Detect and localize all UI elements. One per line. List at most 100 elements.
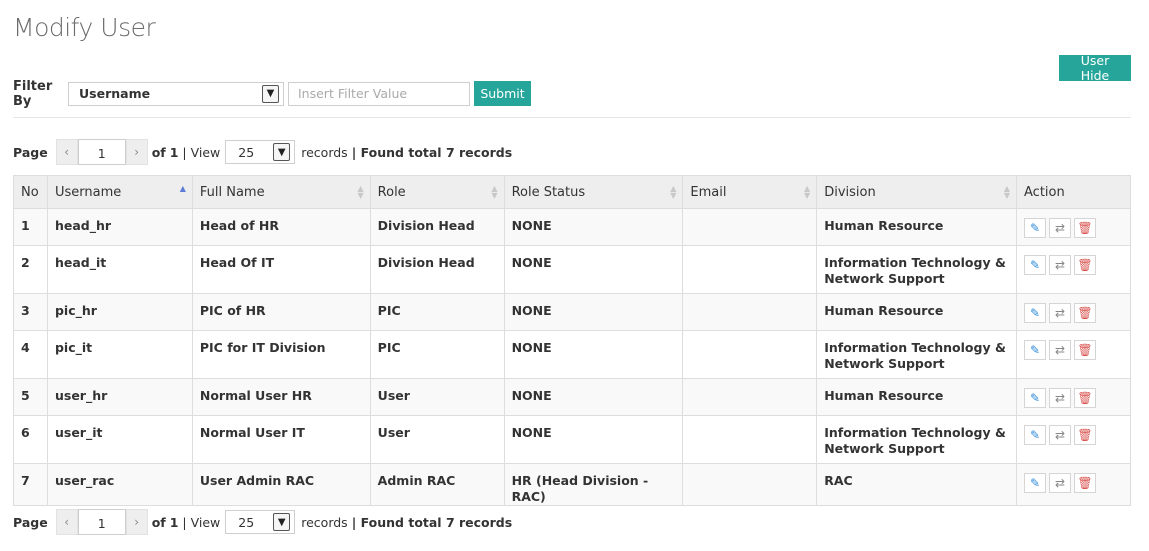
cell-role-status: NONE bbox=[503, 415, 684, 464]
view-count-value: 25 bbox=[238, 144, 255, 160]
sort-icon: ▲ ▼ bbox=[804, 184, 811, 200]
page-label: Page bbox=[13, 514, 48, 530]
next-page-button[interactable]: › bbox=[125, 139, 148, 165]
filter-selected-value: Username bbox=[79, 86, 151, 101]
cell-role-status: NONE bbox=[503, 293, 684, 331]
column-header-email[interactable]: Email ▲ ▼ bbox=[682, 175, 818, 209]
page-number-input[interactable] bbox=[77, 509, 126, 535]
chevron-down-icon: ▼ bbox=[273, 513, 291, 531]
trash-icon[interactable]: 🗑 bbox=[1074, 388, 1097, 408]
edit-icon[interactable]: ✎ bbox=[1024, 425, 1047, 445]
prev-page-button[interactable]: ‹ bbox=[55, 509, 78, 535]
cell-role-status: NONE bbox=[503, 378, 684, 416]
table-row: 2 head_it Head Of IT Division Head NONE … bbox=[13, 245, 1131, 294]
sort-icon: ▲ ▼ bbox=[670, 184, 677, 200]
found-total: | Found total 7 records bbox=[351, 144, 513, 160]
records-label: records bbox=[301, 144, 348, 160]
swap-icon[interactable]: ⇄ bbox=[1049, 218, 1072, 238]
cell-full-name: PIC for IT Division bbox=[191, 330, 371, 379]
swap-icon[interactable]: ⇄ bbox=[1049, 425, 1072, 445]
cell-email bbox=[682, 378, 818, 416]
cell-role: PIC bbox=[369, 293, 505, 331]
cell-email bbox=[682, 293, 818, 331]
users-table: No Username ▲ Full Name ▲ ▼ Role ▲ ▼ Role Sta… bbox=[13, 175, 1131, 506]
cell-actions: ✎ ⇄ 🗑 bbox=[1016, 330, 1131, 379]
column-header-no: No bbox=[13, 175, 48, 209]
table-row: 5 user_hr Normal User HR User NONE Human… bbox=[13, 378, 1131, 416]
cell-email bbox=[682, 330, 818, 379]
view-count-value: 25 bbox=[238, 514, 255, 530]
swap-icon[interactable]: ⇄ bbox=[1049, 388, 1072, 408]
cell-email bbox=[682, 463, 818, 506]
edit-icon[interactable]: ✎ bbox=[1024, 388, 1047, 408]
edit-icon[interactable]: ✎ bbox=[1024, 303, 1047, 323]
view-count-select[interactable]: 25 ▼ bbox=[225, 510, 296, 534]
trash-icon[interactable]: 🗑 bbox=[1074, 425, 1097, 445]
swap-icon[interactable]: ⇄ bbox=[1049, 473, 1072, 493]
column-header-role-status[interactable]: Role Status ▲ ▼ bbox=[503, 175, 684, 209]
swap-icon[interactable]: ⇄ bbox=[1049, 340, 1072, 360]
trash-icon[interactable]: 🗑 bbox=[1074, 218, 1097, 238]
cell-actions: ✎ ⇄ 🗑 bbox=[1016, 415, 1131, 464]
cell-no: 1 bbox=[13, 208, 48, 246]
cell-division: Human Resource bbox=[816, 208, 1018, 246]
next-page-button[interactable]: › bbox=[125, 509, 148, 535]
page-number-input[interactable] bbox=[77, 139, 126, 165]
sort-icon: ▲ ▼ bbox=[1003, 184, 1011, 200]
cell-username: user_hr bbox=[46, 378, 193, 416]
table-header-row: No Username ▲ Full Name ▲ ▼ Role ▲ ▼ Role Sta… bbox=[13, 175, 1131, 209]
edit-icon[interactable]: ✎ bbox=[1024, 255, 1047, 275]
cell-role: PIC bbox=[369, 330, 505, 379]
divider bbox=[13, 117, 1131, 118]
cell-role-status: HR (Head Division - RAC) bbox=[503, 463, 684, 506]
of-label: of bbox=[151, 144, 166, 160]
cell-email bbox=[682, 415, 818, 464]
cell-no: 4 bbox=[13, 330, 48, 379]
submit-button[interactable]: Submit bbox=[474, 81, 531, 106]
cell-username: head_hr bbox=[46, 208, 193, 246]
pager-bottom: Page ‹ › of 1 | View 25 ▼ records | Foun… bbox=[13, 509, 512, 535]
cell-role-status: NONE bbox=[503, 245, 684, 294]
cell-role: User bbox=[369, 415, 505, 464]
cell-no: 3 bbox=[13, 293, 48, 331]
cell-actions: ✎ ⇄ 🗑 bbox=[1016, 463, 1131, 506]
filter-field-select[interactable]: Username ▼ bbox=[68, 81, 284, 106]
trash-icon[interactable]: 🗑 bbox=[1074, 473, 1097, 493]
chevron-down-icon: ▼ bbox=[262, 84, 279, 103]
trash-icon[interactable]: 🗑 bbox=[1074, 340, 1097, 360]
edit-icon[interactable]: ✎ bbox=[1024, 473, 1047, 493]
table-row: 6 user_it Normal User IT User NONE Infor… bbox=[13, 415, 1131, 464]
cell-full-name: PIC of HR bbox=[191, 293, 371, 331]
table-row: 1 head_hr Head of HR Division Head NONE … bbox=[13, 208, 1131, 246]
cell-full-name: Head of HR bbox=[191, 208, 371, 246]
pager-top: Page ‹ › of 1 | View 25 ▼ records | Foun… bbox=[13, 139, 512, 165]
cell-role-status: NONE bbox=[503, 208, 684, 246]
view-label: | View bbox=[182, 144, 221, 160]
cell-username: head_it bbox=[46, 245, 193, 294]
trash-icon[interactable]: 🗑 bbox=[1074, 303, 1097, 323]
user-hide-button[interactable]: User Hide bbox=[1059, 53, 1131, 83]
column-header-username[interactable]: Username ▲ bbox=[46, 175, 193, 209]
trash-icon[interactable]: 🗑 bbox=[1074, 255, 1097, 275]
edit-icon[interactable]: ✎ bbox=[1024, 218, 1047, 238]
cell-no: 5 bbox=[13, 378, 48, 416]
total-pages: 1 bbox=[169, 144, 179, 160]
column-header-full-name[interactable]: Full Name ▲ ▼ bbox=[191, 175, 371, 209]
edit-icon[interactable]: ✎ bbox=[1024, 340, 1047, 360]
page-title: Modify User bbox=[13, 13, 156, 42]
sort-icon: ▲ ▼ bbox=[491, 184, 498, 200]
cell-division: Information Technology & Network Support bbox=[816, 245, 1018, 294]
swap-icon[interactable]: ⇄ bbox=[1049, 255, 1072, 275]
table-row: 7 user_rac User Admin RAC Admin RAC HR (… bbox=[13, 463, 1131, 506]
column-header-role[interactable]: Role ▲ ▼ bbox=[369, 175, 505, 209]
cell-no: 7 bbox=[13, 463, 48, 506]
filter-value-input[interactable] bbox=[288, 81, 470, 106]
cell-no: 6 bbox=[13, 415, 48, 464]
prev-page-button[interactable]: ‹ bbox=[55, 139, 78, 165]
records-label: records bbox=[301, 514, 348, 530]
column-header-division[interactable]: Division ▲ ▼ bbox=[816, 175, 1018, 209]
table-row: 4 pic_it PIC for IT Division PIC NONE In… bbox=[13, 330, 1131, 379]
view-count-select[interactable]: 25 ▼ bbox=[225, 140, 296, 164]
swap-icon[interactable]: ⇄ bbox=[1049, 303, 1072, 323]
cell-email bbox=[682, 208, 818, 246]
